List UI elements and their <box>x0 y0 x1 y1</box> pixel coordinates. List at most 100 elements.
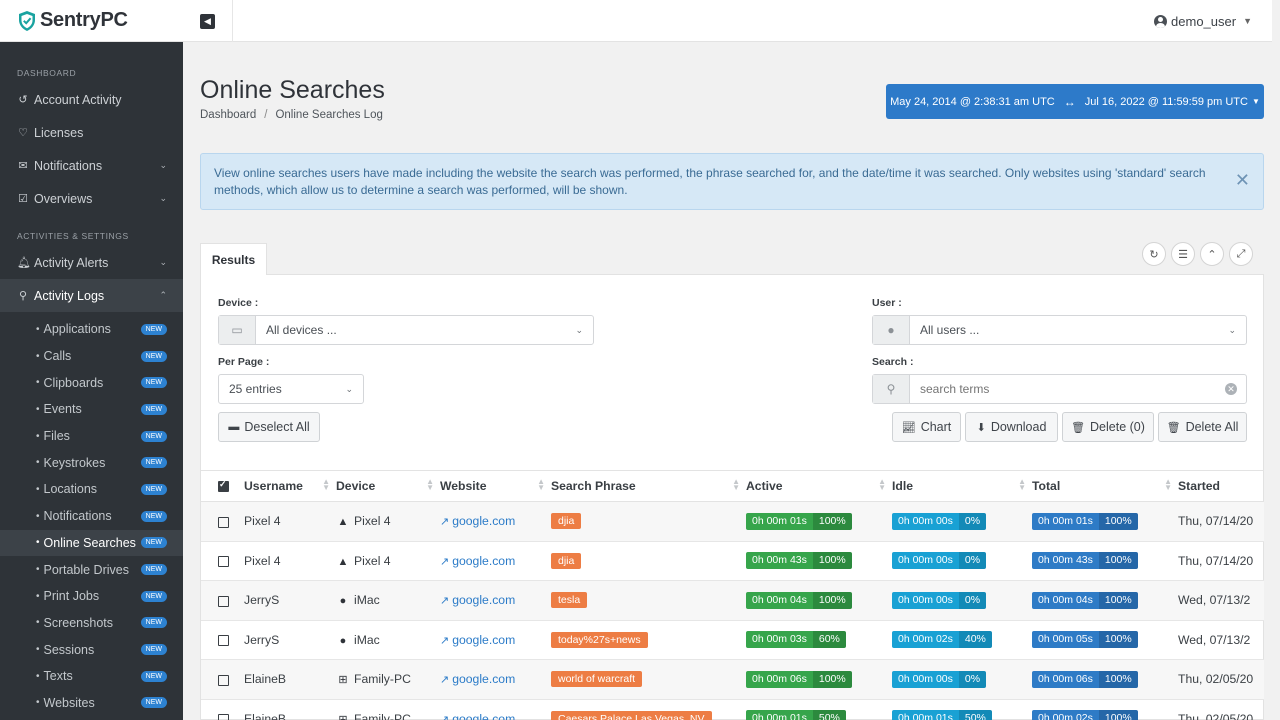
sidebar-subitem[interactable]: • Websites NEW <box>0 690 183 717</box>
close-icon[interactable]: ✕ <box>1235 171 1250 189</box>
external-link-icon: ↗ <box>440 516 450 529</box>
user-select[interactable]: ● All users ... ⌄ <box>872 315 1247 345</box>
cell-idle: 0h 00m 00s 0% <box>892 501 1032 542</box>
chart-icon: 📈︎ <box>901 421 916 434</box>
column-header-total[interactable]: Total ▲ ▼ <box>1032 470 1178 502</box>
sort-icon[interactable]: ▲ ▼ <box>878 478 886 492</box>
row-checkbox[interactable] <box>218 516 229 528</box>
cell-phrase: today%27s+news <box>551 620 746 660</box>
select-all-checkbox-cell[interactable] <box>201 470 244 502</box>
sidebar-item-overviews[interactable]: ☑ Overviews ⌄ <box>0 182 183 215</box>
chevron-up-icon[interactable]: ⌃ <box>1200 242 1224 266</box>
website-link[interactable]: google.com <box>452 514 515 528</box>
row-checkbox[interactable] <box>218 714 229 720</box>
cell-started: Thu, 07/14/20 <box>1178 541 1264 581</box>
row-checkbox[interactable] <box>218 556 229 568</box>
sliders-icon[interactable]: ☰ <box>1171 242 1195 266</box>
user-menu[interactable]: demo_user ▼ <box>1154 0 1252 42</box>
idle-time-pill: 0h 00m 02s 40% <box>892 631 992 649</box>
sidebar-item-notifications[interactable]: ✉ Notifications ⌄ <box>0 149 183 182</box>
collapse-sidebar-button[interactable]: ◀ <box>183 0 233 42</box>
cell-website[interactable]: ↗ google.com <box>440 699 551 720</box>
row-checkbox[interactable] <box>218 674 229 686</box>
sidebar-subitem-label: Files <box>43 429 70 444</box>
minus-square-icon: ▬ <box>228 421 240 433</box>
search-phrase-tag: djia <box>551 552 582 569</box>
table-row[interactable]: Pixel 4 ▲ Pixel 4 ↗ google.com djia 0h 00m… <box>201 501 1264 542</box>
column-header-website[interactable]: Website ▲ ▼ <box>440 470 551 502</box>
deselect-all-button[interactable]: ▬ Deselect All <box>218 412 320 442</box>
chevron-left-icon: ◀ <box>200 13 215 29</box>
sidebar-subitem[interactable]: • Sessions NEW <box>0 636 183 663</box>
sidebar-subitem[interactable]: • Events NEW <box>0 396 183 423</box>
search-field[interactable]: ⚲ ✕ <box>872 374 1247 404</box>
column-header-username[interactable]: Username ▲ ▼ <box>244 470 336 502</box>
row-checkbox[interactable] <box>218 635 229 647</box>
sort-icon[interactable]: ▲ ▼ <box>426 478 434 492</box>
column-header-search-phrase[interactable]: Search Phrase ▲ ▼ <box>551 470 746 502</box>
sidebar-item-activity-logs[interactable]: ⚲ Activity Logs ⌃ <box>0 279 183 312</box>
download-button[interactable]: ⬇ Download <box>965 412 1058 442</box>
column-header-idle[interactable]: Idle ▲ ▼ <box>892 470 1032 502</box>
sidebar-subitem[interactable]: • Notifications NEW <box>0 503 183 530</box>
table-row[interactable]: ElaineB ⊞ Family-PC ↗ google.com world of … <box>201 659 1264 700</box>
sidebar-subitem[interactable]: • Print Jobs NEW <box>0 583 183 610</box>
brand-logo[interactable]: SentryPC <box>0 0 183 42</box>
sidebar-subitem[interactable]: • Keystrokes NEW <box>0 449 183 476</box>
sidebar-subitem[interactable]: • Calls NEW <box>0 343 183 370</box>
column-label: Started <box>1178 479 1220 493</box>
sidebar-item-activity-alerts[interactable]: 🔔︎ Activity Alerts ⌄ <box>0 246 183 279</box>
device-select[interactable]: ▭ All devices ... ⌄ <box>218 315 594 345</box>
sort-icon[interactable]: ▲ ▼ <box>1018 478 1026 492</box>
sidebar-subitem[interactable]: • Files NEW <box>0 423 183 450</box>
delete-all-button[interactable]: 🗑︎ Delete All <box>1158 412 1247 442</box>
cell-total: 0h 00m 06s 100% <box>1032 659 1178 700</box>
select-all-checkbox[interactable] <box>218 479 229 493</box>
column-header-active[interactable]: Active ▲ ▼ <box>746 470 892 502</box>
sidebar-subitem[interactable]: • Texts NEW <box>0 663 183 690</box>
search-input[interactable] <box>910 382 1225 396</box>
sidebar-subitem[interactable]: • Screenshots NEW <box>0 610 183 637</box>
breadcrumb-dashboard-link[interactable]: Dashboard <box>200 109 256 121</box>
tab-results[interactable]: Results <box>200 243 267 275</box>
website-link[interactable]: google.com <box>452 633 515 647</box>
refresh-icon[interactable]: ↻ <box>1142 242 1166 266</box>
sidebar-subitem-label: Clipboards <box>43 375 104 390</box>
date-range-picker[interactable]: May 24, 2014 @ 2:38:31 am UTC ↔ Jul 16, … <box>886 84 1264 119</box>
chart-button[interactable]: 📈︎ Chart <box>892 412 961 442</box>
row-checkbox[interactable] <box>218 595 229 607</box>
cell-website[interactable]: ↗ google.com <box>440 541 551 581</box>
cell-website[interactable]: ↗ google.com <box>440 580 551 621</box>
per-page-select[interactable]: 25 entries ⌄ <box>218 374 364 404</box>
column-header-started[interactable]: Started <box>1178 470 1264 502</box>
sort-icon[interactable]: ▲ ▼ <box>322 478 330 492</box>
table-row[interactable]: Pixel 4 ▲ Pixel 4 ↗ google.com djia 0h 00m… <box>201 541 1264 581</box>
cell-website[interactable]: ↗ google.com <box>440 501 551 542</box>
table-row[interactable]: ElaineB ⊞ Family-PC ↗ google.com Caesars P… <box>201 699 1264 720</box>
page-scrollbar[interactable] <box>1272 0 1280 720</box>
sidebar-subitem[interactable]: • Clipboards NEW <box>0 369 183 396</box>
sidebar-subitem[interactable]: • Locations NEW <box>0 476 183 503</box>
results-table: Username ▲▼ Device ▲▼ Website ▲▼ Search Phr… <box>201 470 1264 720</box>
sort-icon[interactable]: ▲ ▼ <box>537 478 545 492</box>
sidebar-subitem-active[interactable]: • Online Searches NEW <box>0 529 183 557</box>
sidebar-subitem[interactable]: • Portable Drives NEW <box>0 556 183 583</box>
sidebar-subitem[interactable]: • Applications NEW <box>0 316 183 343</box>
website-link[interactable]: google.com <box>452 672 515 686</box>
sort-icon[interactable]: ▲ ▼ <box>1164 478 1172 492</box>
website-link[interactable]: google.com <box>452 593 515 607</box>
website-link[interactable]: google.com <box>452 554 515 568</box>
expand-icon[interactable]: ⤢ <box>1229 242 1253 266</box>
column-header-device[interactable]: Device ▲ ▼ <box>336 470 440 502</box>
sidebar-item-licenses[interactable]: ♡ Licenses <box>0 116 183 149</box>
table-row[interactable]: JerryS ● iMac ↗ google.com today%27s+news … <box>201 620 1264 660</box>
cell-website[interactable]: ↗ google.com <box>440 620 551 660</box>
cell-website[interactable]: ↗ google.com <box>440 659 551 700</box>
bell-icon: 🔔︎ <box>17 256 31 269</box>
sidebar-item-account-activity[interactable]: ↺ Account Activity <box>0 83 183 116</box>
clear-icon[interactable]: ✕ <box>1225 383 1237 395</box>
sort-icon[interactable]: ▲ ▼ <box>732 478 740 492</box>
table-row[interactable]: JerryS ● iMac ↗ google.com tesla 0h 00m 04… <box>201 580 1264 621</box>
delete-button[interactable]: 🗑︎ Delete (0) <box>1062 412 1154 442</box>
website-link[interactable]: google.com <box>452 712 515 720</box>
